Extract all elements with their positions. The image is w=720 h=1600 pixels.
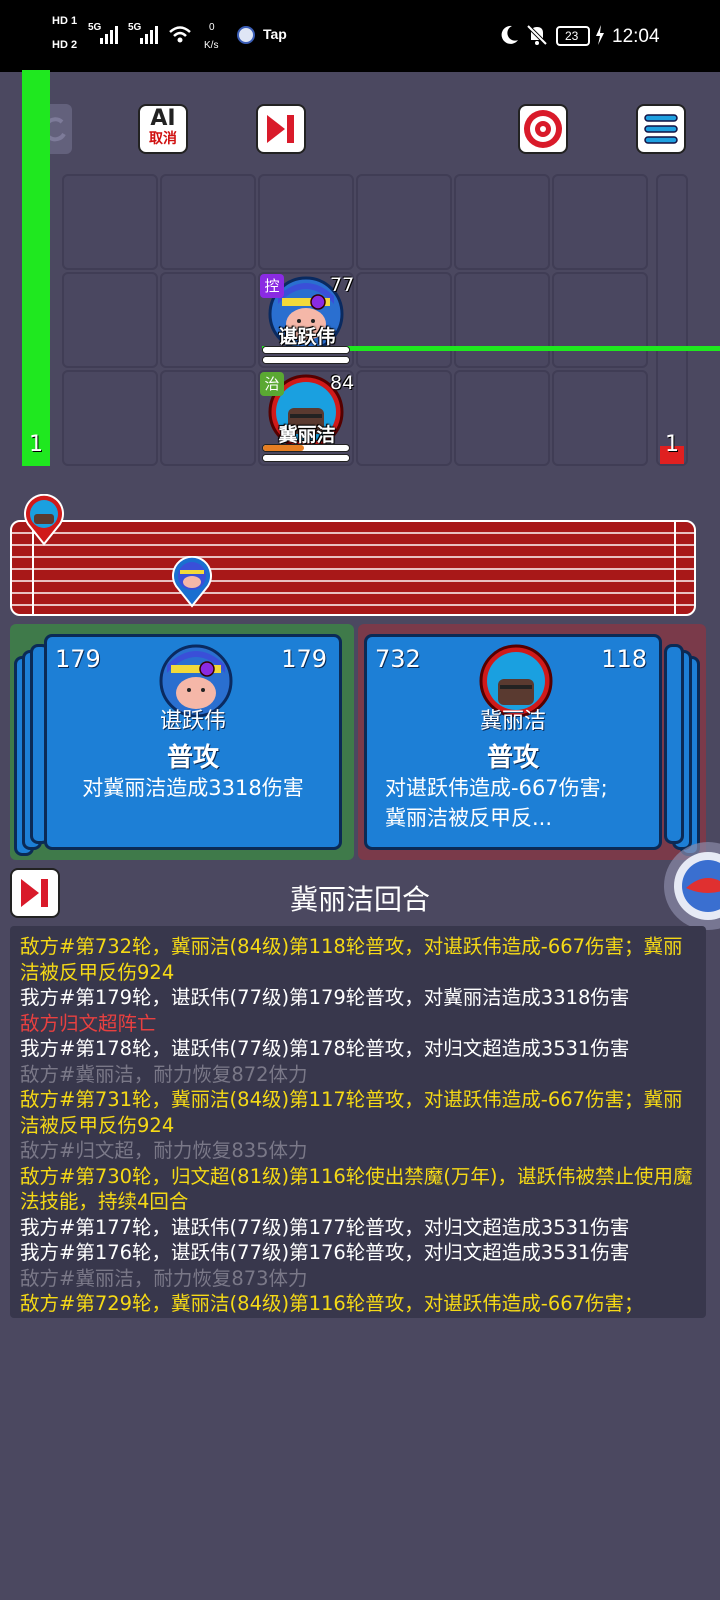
left-progress-bar (22, 70, 50, 466)
turn-title: 冀丽洁回合 (289, 883, 430, 916)
log-line: 敌方归文超阵亡 (20, 1011, 157, 1035)
grid-cell[interactable] (160, 370, 256, 466)
unit-chen-yuewei[interactable]: 控 77 谌跃伟 (258, 272, 356, 368)
tap-label: Tap (263, 26, 287, 42)
hp-bar (262, 346, 350, 354)
log-line: 我方#第179轮，谌跃伟(77级)第179轮普攻，对冀丽洁造成3318伤害 (20, 986, 630, 1009)
card-stack (664, 644, 684, 844)
unit-name: 谌跃伟 (278, 326, 336, 348)
grid-cell[interactable] (552, 272, 648, 368)
unit-level: 84 (330, 372, 355, 394)
grid-cell[interactable] (160, 272, 256, 368)
hd1-badge: HD 1 (52, 15, 78, 27)
turn-marker-ji-lijie[interactable] (22, 494, 66, 546)
energy-fill (263, 455, 349, 461)
grid-cell[interactable] (356, 272, 452, 368)
turn-order-track (10, 520, 696, 616)
app-notification-icon (237, 26, 255, 44)
log-line: 敌方#第730轮，归文超(81级)第116轮使出禁魔(万年)，谌跃伟被禁止使用魔… (20, 1164, 693, 1214)
card-skill-name: 普攻 (166, 743, 219, 773)
grid-cell[interactable] (62, 370, 158, 466)
grid-cell[interactable] (454, 174, 550, 270)
card-description-line1: 对谌跃伟造成-667伤害; (385, 776, 608, 800)
net-speed-unit: K/s (204, 40, 219, 51)
signal-icon (140, 26, 158, 44)
grid-cell[interactable] (62, 174, 158, 270)
card-round-number: 732 (375, 645, 421, 673)
unit-level: 77 (330, 274, 355, 296)
battery-icon: 23 (556, 26, 590, 46)
enemy-side-column (656, 174, 688, 466)
hp-fill (263, 445, 305, 451)
energy-bar (262, 454, 350, 462)
menu-button[interactable] (636, 104, 686, 154)
hp-fill (263, 347, 349, 353)
card-level: 118 (601, 645, 647, 673)
battle-log[interactable]: 敌方#第732轮，冀丽洁(84级)第118轮普攻，对谌跃伟造成-667伤害；冀丽… (10, 926, 706, 1318)
mute-icon (526, 24, 548, 46)
track-end-line (674, 522, 676, 614)
grid-cell[interactable] (454, 272, 550, 368)
card-description-line2: 冀丽洁被反甲反... (385, 806, 553, 830)
skip-button[interactable] (256, 104, 306, 154)
log-line: 我方#第178轮，谌跃伟(77级)第178轮普攻，对归文超造成3531伤害 (20, 1037, 630, 1060)
status-bar: HD 1 HD 2 5G 5G 0 K/s Tap 23 12:04 (0, 0, 720, 72)
log-line: 敌方#归文超，耐力恢复835体力 (20, 1139, 308, 1162)
grid-cell[interactable] (258, 174, 354, 270)
ai-label: AI (150, 106, 176, 131)
grid-cell[interactable] (454, 370, 550, 466)
log-line: 敌方#第729轮，冀丽洁(84级)第116轮普攻，对谌跃伟造成-667伤害； (20, 1292, 644, 1315)
hp-bar (262, 444, 350, 452)
log-line: 敌方#第732轮，冀丽洁(84级)第118轮普攻，对谌跃伟造成-667伤害；冀丽… (20, 935, 683, 984)
skip-icon (267, 115, 294, 143)
grid-cell[interactable] (552, 174, 648, 270)
grid-cell[interactable] (356, 174, 452, 270)
hd2-badge: HD 2 (52, 39, 78, 51)
card-hero-name: 谌跃伟 (159, 709, 226, 734)
log-line: 我方#第177轮，谌跃伟(77级)第177轮普攻，对归文超造成3531伤害 (20, 1215, 630, 1239)
card-hero-name: 冀丽洁 (479, 709, 546, 734)
log-line: 敌方#冀丽洁，耐力恢复873体力 (20, 1266, 308, 1290)
role-tag: 控 (260, 274, 284, 298)
energy-fill (263, 357, 349, 363)
card-description: 对冀丽洁造成3318伤害 (82, 776, 304, 800)
target-icon (524, 110, 562, 148)
skip-turn-icon (21, 879, 48, 907)
ai-cancel-button[interactable]: AI 取消 (138, 104, 188, 154)
turn-marker-chen-yuewei[interactable] (170, 556, 214, 608)
player-action-card[interactable]: 179 179 谌跃伟 普攻 对冀丽洁造成3318伤害 (44, 634, 342, 850)
unit-ji-lijie[interactable]: 治 84 冀丽洁 (258, 370, 356, 466)
role-tag: 治 (260, 372, 284, 396)
signal-icon (100, 26, 118, 44)
right-counter: 1 (665, 432, 679, 457)
card-skill-name: 普攻 (486, 743, 539, 773)
skip-turn-button[interactable] (10, 868, 60, 918)
grid-cell[interactable] (160, 174, 256, 270)
card-round-number: 179 (55, 645, 101, 673)
floating-ball-icon (664, 842, 720, 930)
grid-cell[interactable] (62, 272, 158, 368)
battery-level: 23 (565, 29, 579, 43)
card-level: 179 (281, 645, 327, 673)
target-button[interactable] (518, 104, 568, 154)
enemy-action-card[interactable]: 732 118 冀丽洁 普攻 对谌跃伟造成-667伤害; 冀丽洁被反甲反... (364, 634, 662, 850)
moon-icon (501, 25, 518, 44)
log-line: 敌方#第731轮，冀丽洁(84级)第117轮普攻，对谌跃伟造成-667伤害；冀丽… (20, 1088, 683, 1137)
floating-assist-button[interactable] (660, 838, 720, 934)
menu-icon (644, 114, 678, 144)
unit-name: 冀丽洁 (278, 424, 336, 446)
grid-cell[interactable] (552, 370, 648, 466)
log-line: 敌方#冀丽洁，耐力恢复872体力 (20, 1062, 308, 1086)
clock: 12:04 (612, 26, 660, 47)
net-speed-value: 0 (209, 22, 215, 33)
left-counter: 1 (29, 432, 43, 457)
ai-cancel-label: 取消 (149, 131, 177, 147)
grid-cell[interactable] (356, 370, 452, 466)
wifi-icon (169, 26, 191, 43)
log-line: 我方#第176轮，谌跃伟(77级)第176轮普攻，对归文超造成3531伤害 (20, 1241, 630, 1264)
charging-icon (596, 25, 604, 45)
energy-bar (262, 356, 350, 364)
